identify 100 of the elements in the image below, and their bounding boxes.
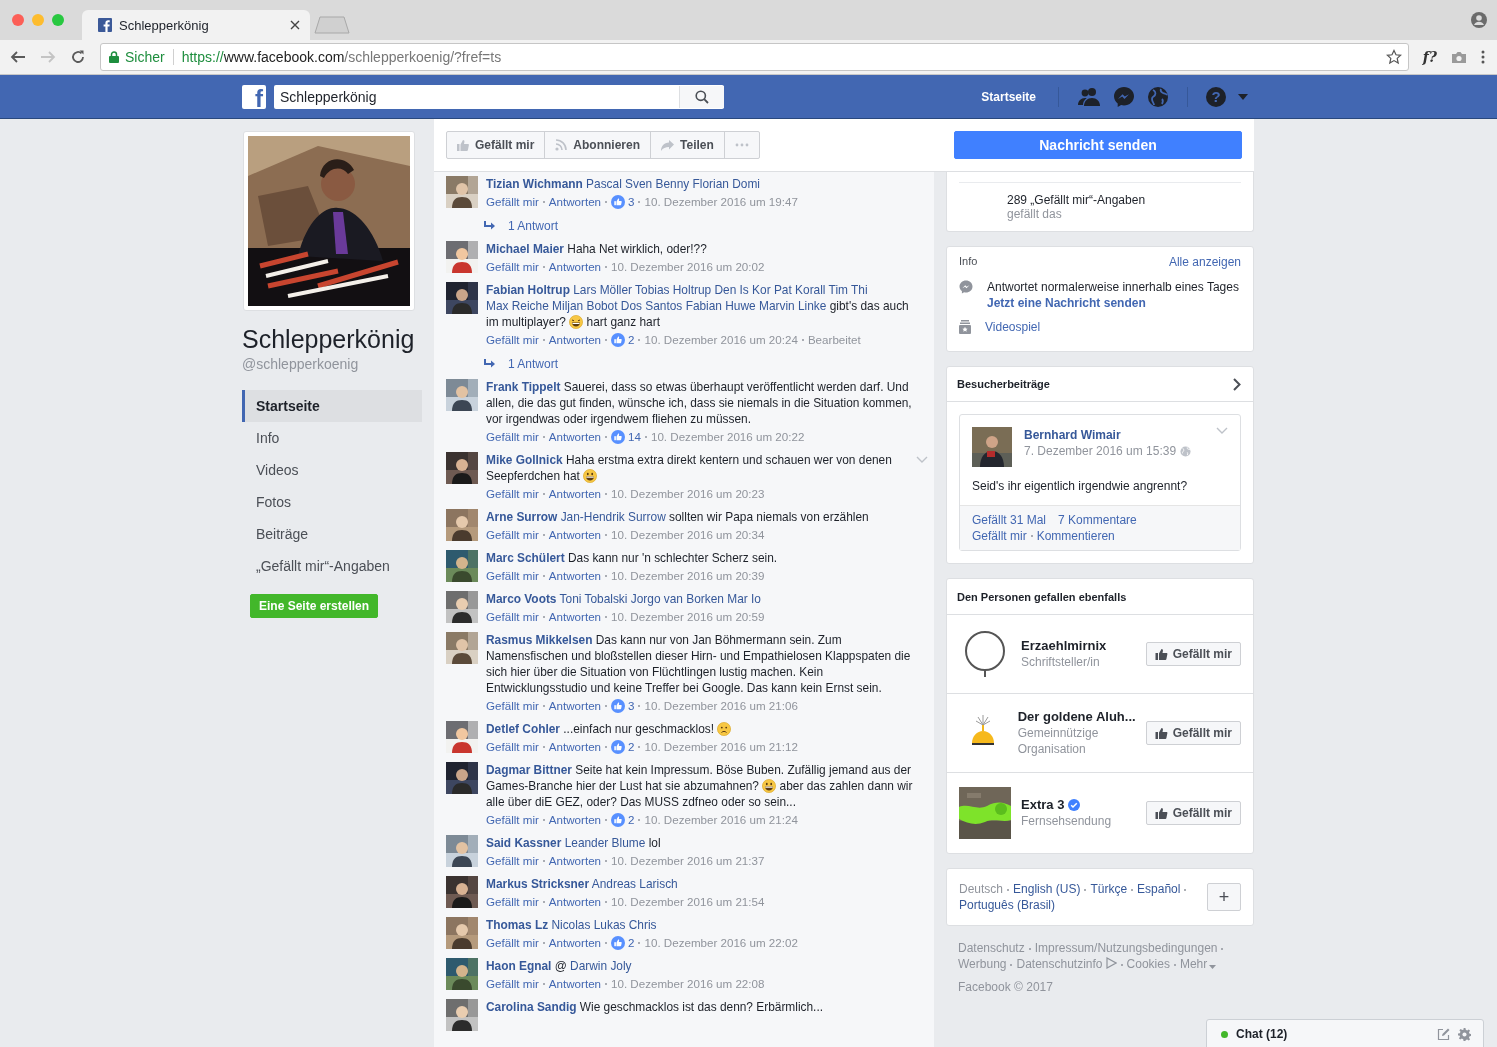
author-link[interactable]: Said Kassner — [486, 836, 562, 850]
reply-link[interactable]: Antworten — [548, 739, 602, 755]
mention-link[interactable]: Max Reiche — [486, 299, 549, 313]
comment-time[interactable]: 10. Dezember 2016 um 20:39 — [611, 568, 765, 584]
mention-link[interactable]: Den Is Kor — [714, 283, 771, 297]
mention-link[interactable]: Nicolas Lukas Chris — [551, 918, 657, 932]
mention-link[interactable]: Dos Santos — [620, 299, 683, 313]
reply-link[interactable]: Antworten — [548, 935, 602, 951]
author-link[interactable]: Carolina Sandig — [486, 1000, 577, 1014]
reply-link[interactable]: Antworten — [548, 894, 602, 910]
reply-link[interactable]: Antworten — [548, 976, 602, 992]
author-link[interactable]: Tizian Wichmann — [486, 177, 583, 191]
reaction-count[interactable]: 14 — [628, 429, 641, 445]
nav-item[interactable]: Videos — [242, 454, 422, 486]
author-link[interactable]: Michael Maier — [486, 242, 564, 256]
author-link[interactable]: Bernhard Wimair — [1024, 427, 1192, 443]
back-icon[interactable] — [10, 49, 26, 65]
language-link[interactable]: Español — [1137, 882, 1181, 896]
close-tab-icon[interactable] — [290, 20, 300, 30]
page-title[interactable]: Der goldene Aluh... — [1017, 709, 1136, 725]
like-link[interactable]: Gefällt mir — [486, 194, 539, 210]
reply-link[interactable]: Antworten — [548, 853, 602, 869]
like-link[interactable]: Gefällt mir — [486, 698, 539, 714]
author-link[interactable]: Haon Egnal — [486, 959, 552, 973]
like-link[interactable]: Gefällt mir — [486, 739, 539, 755]
like-page-button[interactable]: Gefällt mir — [1145, 721, 1241, 745]
reply-link[interactable]: Antworten — [548, 486, 602, 502]
settings-icon[interactable] — [1458, 1027, 1471, 1041]
author-link[interactable]: Markus Stricksner — [486, 877, 590, 891]
like-button[interactable]: Gefällt mir — [447, 132, 546, 158]
add-language-button[interactable]: + — [1207, 883, 1241, 911]
like-link[interactable]: Gefällt mir — [486, 568, 539, 584]
nav-item[interactable]: „Gefällt mir“-Angaben — [242, 550, 422, 582]
comment-time[interactable]: 10. Dezember 2016 um 20:24 — [644, 332, 798, 348]
follow-button[interactable]: Abonnieren — [545, 132, 652, 158]
chevron-right-icon[interactable] — [1233, 377, 1241, 391]
language-link[interactable]: Deutsch — [959, 882, 1004, 896]
page-title[interactable]: Extra 3 — [1021, 797, 1065, 813]
author-link[interactable]: Mike Gollnick — [486, 453, 563, 467]
mention-link[interactable]: Pat Korall — [773, 283, 826, 297]
author-link[interactable]: Fabian Holtrup — [486, 283, 570, 297]
author-link[interactable]: Thomas Lz — [486, 918, 549, 932]
replies-link[interactable]: 1 Antwort — [508, 357, 559, 371]
help-button[interactable]: ? — [1206, 86, 1226, 107]
home-link[interactable]: Startseite — [971, 89, 1046, 104]
like-link[interactable]: Gefällt mir — [486, 976, 539, 992]
reaction-count[interactable]: 2 — [628, 739, 635, 755]
mention-link[interactable]: Andreas Larisch — [591, 877, 678, 891]
like-link[interactable]: Gefällt mir — [486, 259, 539, 275]
compose-icon[interactable] — [1437, 1027, 1450, 1041]
mention-link[interactable]: Pascal Sven — [586, 177, 653, 191]
mention-link[interactable]: Darwin Joly — [570, 959, 632, 973]
comment-time[interactable]: 10. Dezember 2016 um 20:23 — [611, 486, 765, 502]
author-link[interactable]: Marc Schülert — [486, 551, 565, 565]
comment-time[interactable]: 10. Dezember 2016 um 21:54 — [611, 894, 765, 910]
language-link[interactable]: Português (Brasil) — [959, 898, 1056, 912]
reply-link[interactable]: Antworten — [548, 194, 602, 210]
search-field[interactable]: Schlepperkönig — [274, 84, 724, 109]
reload-icon[interactable] — [70, 49, 86, 65]
comment-time[interactable]: 10. Dezember 2016 um 21:06 — [644, 698, 798, 714]
like-link[interactable]: Gefällt mir — [486, 935, 539, 951]
like-link[interactable]: Gefällt mir — [486, 609, 539, 625]
mention-link[interactable]: Fabian Huwe — [685, 299, 756, 313]
friends-icon[interactable] — [1077, 86, 1101, 107]
reaction-count[interactable]: 3 — [628, 698, 635, 714]
author-link[interactable]: Detlef Cohler — [486, 722, 560, 736]
comment-link[interactable]: Kommentieren — [1036, 528, 1115, 544]
caret-icon[interactable] — [1238, 93, 1248, 100]
nav-item[interactable]: Startseite — [242, 390, 422, 422]
menu-icon[interactable] — [1481, 50, 1485, 64]
reply-link[interactable]: Antworten — [548, 698, 602, 714]
like-link[interactable]: Gefällt mir — [486, 527, 539, 543]
category-link[interactable]: Videospiel — [985, 320, 1041, 334]
mention-link[interactable]: Lars Möller — [573, 283, 632, 297]
reply-link[interactable]: Antworten — [548, 332, 602, 348]
like-link[interactable]: Gefällt mir — [972, 528, 1027, 544]
like-page-button[interactable]: Gefällt mir — [1145, 642, 1241, 666]
share-button[interactable]: Teilen — [651, 132, 725, 158]
reaction-count[interactable]: 2 — [628, 935, 635, 951]
messenger-icon[interactable] — [1113, 85, 1135, 108]
likes-count-link[interactable]: Gefällt 31 Mal — [972, 512, 1047, 528]
like-link[interactable]: Gefällt mir — [486, 486, 539, 502]
extension-button[interactable]: f? — [1422, 49, 1437, 65]
edited-label[interactable]: Bearbeitet — [807, 332, 861, 348]
comments-count-link[interactable]: 7 Kommentare — [1058, 512, 1137, 528]
facebook-logo[interactable]: f — [242, 84, 266, 109]
nav-item[interactable]: Fotos — [242, 486, 422, 518]
mention-link[interactable]: Benny Florian — [655, 177, 729, 191]
reply-link[interactable]: Antworten — [548, 429, 602, 445]
reply-link[interactable]: Antworten — [548, 527, 602, 543]
comment-time[interactable]: 10. Dezember 2016 um 19:47 — [644, 194, 798, 210]
reply-link[interactable]: Antworten — [548, 259, 602, 275]
send-message-link[interactable]: Jetzt eine Nachricht senden — [987, 296, 1146, 310]
browser-tab[interactable]: Schlepperkönig — [82, 10, 310, 40]
comment-time[interactable]: 10. Dezember 2016 um 21:12 — [644, 739, 798, 755]
like-link[interactable]: Gefällt mir — [486, 812, 539, 828]
see-all-link[interactable]: Alle anzeigen — [1168, 255, 1241, 269]
address-field[interactable]: Sicher https://www.facebook.com/schlepperkoenig/?fref=ts — [100, 43, 1409, 71]
mention-link[interactable]: Mar Io — [727, 592, 761, 606]
like-link[interactable]: Gefällt mir — [486, 429, 539, 445]
